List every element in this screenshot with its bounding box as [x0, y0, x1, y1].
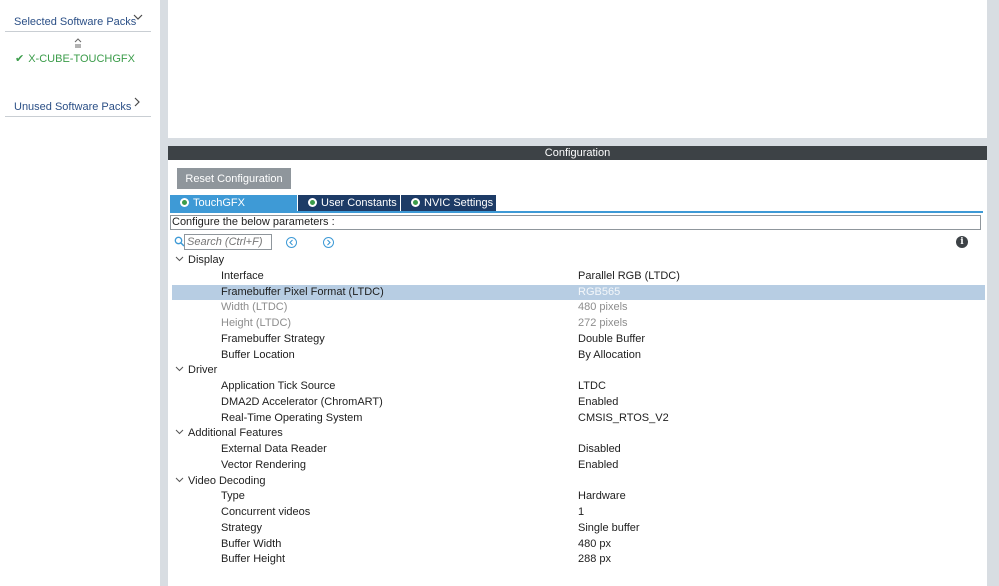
param-value: 272 pixels	[578, 317, 628, 329]
param-row-framebuffer-strategy[interactable]: Framebuffer Strategy Double Buffer	[170, 332, 985, 348]
param-value[interactable]: By Allocation	[578, 348, 641, 364]
param-value[interactable]: Parallel RGB (LTDC)	[578, 269, 680, 285]
check-icon: ✔	[15, 53, 25, 65]
selected-packs-label: Selected Software Packs	[14, 16, 137, 28]
param-value: 480 pixels	[578, 301, 628, 314]
param-value[interactable]: 288 px	[578, 552, 611, 568]
param-value[interactable]: 480 px	[578, 537, 611, 553]
pack-item-label: X-CUBE-TOUCHGFX	[28, 53, 135, 65]
section-title: Video Decoding	[188, 474, 266, 487]
param-name: Application Tick Source	[221, 380, 336, 392]
param-name: External Data Reader	[221, 443, 327, 455]
section-title: Display	[188, 254, 225, 266]
param-value[interactable]: Enabled	[578, 458, 618, 474]
param-name: Height (LTDC)	[221, 317, 292, 329]
status-ok-icon	[308, 198, 317, 207]
reset-configuration-button[interactable]: Reset Configuration	[177, 168, 291, 189]
software-packs-panel: Selected Software Packs ✔ X-CUBE-TOUCHGFX…	[0, 0, 160, 586]
param-row-type[interactable]: Type Hardware	[170, 489, 985, 505]
param-name: Interface	[221, 269, 264, 282]
param-value[interactable]: Enabled	[578, 395, 618, 411]
configure-label: Configure the below parameters :	[170, 215, 981, 230]
param-value[interactable]: LTDC	[578, 379, 606, 395]
param-row-width: Width (LTDC) 480 pixels	[170, 300, 985, 316]
param-row-dma2d-accelerator[interactable]: DMA2D Accelerator (ChromART) Enabled	[170, 395, 985, 411]
unused-packs-label: Unused Software Packs	[14, 101, 132, 113]
param-name: Concurrent videos	[221, 506, 311, 518]
tab-label: NVIC Settings	[424, 197, 494, 209]
search-previous-icon[interactable]	[286, 237, 297, 248]
param-value[interactable]: RGB565	[578, 285, 620, 301]
chevron-down-icon[interactable]	[133, 12, 143, 25]
section-driver[interactable]: Driver	[170, 363, 985, 379]
param-value[interactable]: Hardware	[578, 489, 626, 505]
tab-underline	[170, 211, 983, 213]
horizontal-splitter[interactable]	[168, 138, 999, 146]
param-row-external-data-reader[interactable]: External Data Reader Disabled	[170, 442, 985, 458]
chevron-right-icon[interactable]	[132, 97, 142, 110]
param-row-height: Height (LTDC) 272 pixels	[170, 316, 985, 332]
param-name: Framebuffer Pixel Format (LTDC)	[221, 285, 384, 298]
param-name: Strategy	[221, 521, 262, 534]
selected-packs-header[interactable]: Selected Software Packs	[5, 9, 151, 32]
info-icon[interactable]: i	[956, 236, 968, 248]
chevron-down-icon[interactable]	[175, 363, 184, 379]
section-video-decoding[interactable]: Video Decoding	[170, 474, 985, 490]
param-row-interface[interactable]: Interface Parallel RGB (LTDC)	[170, 269, 985, 285]
param-name: Type	[221, 490, 245, 503]
param-row-rtos[interactable]: Real-Time Operating System CMSIS_RTOS_V2	[170, 411, 985, 427]
section-title: Additional Features	[188, 427, 283, 440]
param-value[interactable]: 1	[578, 505, 584, 521]
param-name: Buffer Height	[221, 553, 286, 566]
vertical-splitter[interactable]	[160, 0, 168, 586]
param-row-vector-rendering[interactable]: Vector Rendering Enabled	[170, 458, 985, 474]
param-name: DMA2D Accelerator (ChromART)	[221, 395, 383, 408]
param-name: Width (LTDC)	[221, 301, 288, 314]
param-row-buffer-width[interactable]: Buffer Width 480 px	[170, 537, 985, 553]
search-input[interactable]	[184, 234, 272, 250]
param-name: Buffer Width	[221, 537, 282, 550]
unused-packs-header[interactable]: Unused Software Packs	[5, 94, 151, 117]
param-value[interactable]: Double Buffer	[578, 332, 645, 348]
tab-touchgfx-generator[interactable]: TouchGFX Generator	[170, 195, 298, 225]
chevron-down-icon[interactable]	[175, 253, 184, 269]
right-edge-splitter	[987, 0, 999, 586]
param-row-framebuffer-pixel-format[interactable]: Framebuffer Pixel Format (LTDC) RGB565	[172, 284, 985, 301]
param-row-application-tick-source[interactable]: Application Tick Source LTDC	[170, 379, 985, 395]
section-title: Driver	[188, 364, 218, 377]
param-name: Vector Rendering	[221, 458, 306, 471]
param-row-buffer-location[interactable]: Buffer Location By Allocation	[170, 348, 985, 364]
section-display[interactable]: Display	[170, 253, 985, 269]
param-value[interactable]: Single buffer	[578, 521, 640, 537]
param-value[interactable]: Disabled	[578, 442, 621, 458]
param-row-strategy[interactable]: Strategy Single buffer	[170, 521, 985, 537]
param-name: Real-Time Operating System	[221, 411, 363, 424]
sort-icon[interactable]	[73, 38, 83, 50]
pack-item-x-cube-touchgfx[interactable]: ✔ X-CUBE-TOUCHGFX	[15, 52, 135, 65]
status-ok-icon	[411, 198, 420, 207]
top-content-pane	[168, 0, 987, 138]
param-row-concurrent-videos[interactable]: Concurrent videos 1	[170, 505, 985, 521]
chevron-down-icon[interactable]	[175, 474, 184, 490]
tab-label: User Constants	[321, 197, 397, 209]
status-ok-icon	[180, 198, 189, 207]
param-name: Framebuffer Strategy	[221, 332, 325, 345]
parameter-tree: Display Interface Parallel RGB (LTDC) Fr…	[170, 253, 985, 568]
search-next-icon[interactable]	[323, 237, 334, 248]
section-additional-features[interactable]: Additional Features	[170, 426, 985, 442]
tab-nvic-settings[interactable]: NVIC Settings	[401, 195, 497, 211]
param-name: Buffer Location	[221, 348, 295, 361]
configuration-header: Configuration	[168, 146, 987, 160]
param-value[interactable]: CMSIS_RTOS_V2	[578, 411, 669, 427]
param-row-buffer-height[interactable]: Buffer Height 288 px	[170, 552, 985, 568]
tab-user-constants[interactable]: User Constants	[298, 195, 401, 211]
chevron-down-icon[interactable]	[175, 426, 184, 442]
